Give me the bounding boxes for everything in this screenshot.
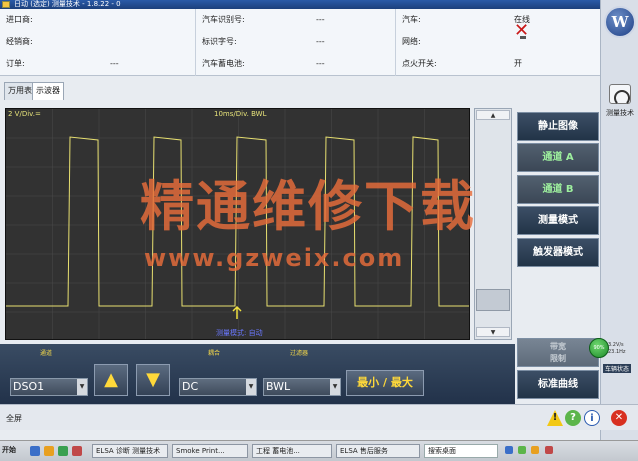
tab-oscilloscope[interactable]: 示波器 — [32, 82, 64, 100]
quicklaunch-icon[interactable] — [30, 446, 40, 456]
vehicle-status-gauge-icon[interactable]: 90% — [589, 338, 609, 358]
coupling-value: DC — [182, 380, 199, 393]
fullscreen-label[interactable]: 全屏 — [6, 413, 22, 424]
chevron-down-icon[interactable]: ▼ — [77, 379, 87, 395]
freeze-image-button[interactable]: 静止图像 — [517, 112, 599, 141]
gauge-readout: 3.2V/s 23.1Hz — [608, 342, 626, 356]
tray-icon[interactable] — [531, 446, 540, 454]
info-column-vehicle: 汽车识别号: --- 标识字号: --- 汽车蓄电池: --- — [196, 9, 396, 76]
vehicle-status-caption: 车辆状态 — [603, 364, 632, 373]
taskbar-item[interactable]: ELSA 诊断 测量技术 — [92, 444, 168, 458]
warning-icon[interactable]: ! — [547, 410, 563, 426]
order-value: --- — [110, 59, 119, 68]
ignition-value: 开 — [514, 59, 522, 68]
up-button[interactable]: ▲ — [94, 364, 128, 396]
scope-control-bar: 通道 DSO1 ▼ ▲ ▼ 耦合 DC ▼ 过滤器 BWL ▼ 最小 / 最大 — [0, 344, 515, 404]
gauge-readout-2: 23.1Hz — [608, 349, 626, 355]
standard-curve-button[interactable]: 标准曲线 — [517, 370, 599, 399]
battery-value: --- — [316, 59, 325, 68]
app-icon — [2, 1, 10, 8]
channel-value: DSO1 — [13, 380, 45, 393]
trigger-marker — [232, 305, 242, 319]
filter-value: BWL — [266, 380, 291, 393]
tray-icon[interactable] — [505, 446, 513, 454]
os-taskbar: 开始 ELSA 诊断 测量技术 Smoke Print... 工程 蓄电池...… — [0, 440, 638, 461]
coupling-label: 耦合 — [208, 350, 221, 357]
info-column-dealer: 进口商: 经销商: 订单: --- — [0, 9, 196, 76]
scroll-thumb[interactable] — [476, 289, 510, 311]
volts-per-div-label: 2 V/Div.= — [8, 110, 41, 118]
info-row-car: 汽车: 在线 — [396, 9, 600, 31]
vin-label: 汽车识别号: — [202, 15, 245, 24]
mode-tabs: 万用表 示波器 — [0, 76, 600, 100]
dealer-label: 经销商: — [6, 37, 33, 46]
scroll-up-arrow[interactable]: ▲ — [476, 110, 510, 120]
ignition-label: 点火开关: — [402, 59, 437, 68]
help-icon[interactable]: ? — [565, 410, 581, 426]
info-row-id: 标识字号: --- — [196, 31, 395, 53]
measure-mode-button[interactable]: 测量模式 — [517, 206, 599, 235]
bandwidth-limit-button[interactable]: 带宽 限制 — [517, 338, 599, 367]
channel-b-button[interactable]: 通道 B — [517, 175, 599, 204]
channel-label: 通道 — [40, 350, 53, 357]
side-panel: W 测量技术 — [600, 0, 638, 440]
filter-label: 过滤器 — [290, 350, 309, 357]
time-per-div-label: 10ms/Div. BWL — [214, 110, 267, 118]
taskbar-item[interactable]: ELSA 售后服务 — [336, 444, 420, 458]
info-row-order: 订单: --- — [0, 53, 195, 75]
chevron-down-icon[interactable]: ▼ — [246, 379, 256, 395]
filter-select[interactable]: BWL ▼ — [263, 378, 341, 396]
vehicle-info-bar: 进口商: 经销商: 订单: --- 汽车识别号: --- 标识字号: --- 汽… — [0, 9, 600, 76]
watermark-title: 精通维修下载 — [140, 174, 476, 238]
importer-label: 进口商: — [6, 15, 33, 24]
quicklaunch-icon[interactable] — [44, 446, 54, 456]
info-row-ignition: 点火开关: 开 — [396, 53, 600, 75]
tray-icon[interactable] — [518, 446, 527, 454]
info-column-status: 汽车: 在线 网络: 点火开关: 开 — [396, 9, 600, 76]
gauge-icon[interactable] — [609, 84, 631, 106]
info-row-vin: 汽车识别号: --- — [196, 9, 395, 31]
chevron-down-icon[interactable]: ▼ — [330, 379, 340, 395]
id-label: 标识字号: — [202, 37, 237, 46]
info-row-importer: 进口商: — [0, 9, 195, 31]
watermark-url: www.gzweix.com — [144, 244, 405, 272]
network-label: 网络: — [402, 37, 421, 46]
close-icon[interactable]: ✕ — [611, 410, 627, 426]
min-max-button[interactable]: 最小 / 最大 — [346, 370, 424, 396]
info-row-dealer: 经销商: — [0, 31, 195, 53]
quicklaunch-icon[interactable] — [58, 446, 68, 456]
scroll-down-arrow[interactable]: ▼ — [476, 327, 510, 337]
system-tray — [505, 446, 635, 458]
measurement-tech-label: 测量技术 — [606, 109, 634, 117]
desktop-search-input[interactable]: 搜索桌面 — [424, 444, 498, 458]
trigger-mode-button[interactable]: 触发器模式 — [517, 238, 599, 267]
coupling-select[interactable]: DC ▼ — [179, 378, 257, 396]
vin-value: --- — [316, 15, 325, 24]
start-button[interactable]: 开始 — [2, 445, 16, 455]
tray-icon[interactable] — [544, 446, 553, 454]
taskbar-item[interactable]: 工程 蓄电池... — [252, 444, 332, 458]
trigger-mode-label: 测量模式: 自动 — [216, 329, 263, 337]
info-row-battery: 汽车蓄电池: --- — [196, 53, 395, 75]
info-row-network: 网络: — [396, 31, 600, 53]
status-bar: 全屏 ! ? i ✕ — [0, 404, 638, 430]
channel-select[interactable]: DSO1 ▼ — [10, 378, 88, 396]
channel-a-button[interactable]: 通道 A — [517, 143, 599, 172]
battery-label: 汽车蓄电池: — [202, 59, 245, 68]
quicklaunch-icon[interactable] — [72, 446, 82, 456]
car-label: 汽车: — [402, 15, 421, 24]
window-title-bar: 日动 (选定) 测量技术 - 1.8.22 - 0 — [0, 0, 600, 9]
network-disconnected-icon: ✕ — [514, 20, 530, 41]
taskbar-item[interactable]: Smoke Print... — [172, 444, 248, 458]
down-button[interactable]: ▼ — [136, 364, 170, 396]
brand-logo: W — [604, 6, 636, 38]
gauge-readout-1: 3.2V/s — [608, 342, 624, 348]
id-value: --- — [316, 37, 325, 46]
info-icon[interactable]: i — [584, 410, 600, 426]
order-label: 订单: — [6, 59, 25, 68]
window-title: 日动 (选定) 测量技术 - 1.8.22 - 0 — [14, 0, 121, 8]
